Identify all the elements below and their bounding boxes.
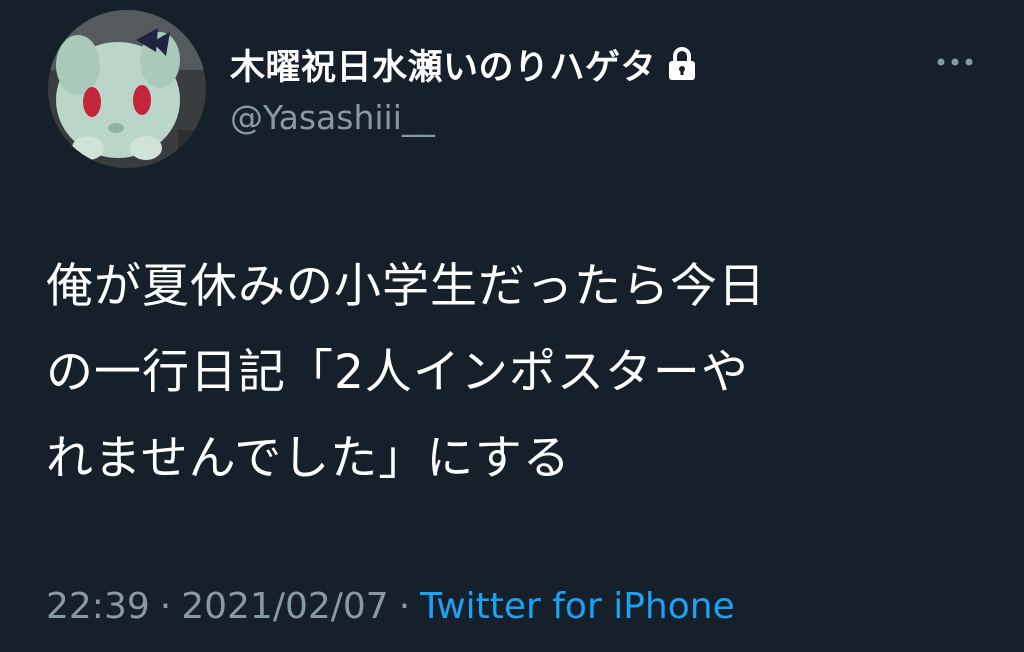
- tweet-card: 木曜祝日水瀬いのりハゲタ @Yasashiii__ 俺が夏休みの小学生だったら今…: [0, 0, 1024, 652]
- user-handle[interactable]: @Yasashiii__: [230, 98, 435, 137]
- more-icon[interactable]: [930, 50, 980, 74]
- user-name-row[interactable]: 木曜祝日水瀬いのりハゲタ: [230, 36, 698, 92]
- tweet-text-line: れませんでした」にする: [46, 431, 571, 486]
- meta-separator: ·: [159, 585, 172, 627]
- tweet-source-link[interactable]: Twitter for iPhone: [420, 586, 735, 627]
- tweet-meta: 22:39 · 2021/02/07 · Twitter for iPhone: [46, 578, 735, 634]
- tweet-text-line: の一行日記「2人インポスターや: [46, 345, 749, 400]
- avatar[interactable]: [48, 10, 206, 168]
- meta-separator: ·: [398, 585, 411, 627]
- display-name[interactable]: 木曜祝日水瀬いのりハゲタ: [230, 39, 656, 90]
- tweet-text-line: 俺が夏休みの小学生だったら今日: [46, 259, 766, 314]
- lock-icon: [666, 46, 698, 82]
- tweet-text: 俺が夏休みの小学生だったら今日 の一行日記「2人インポスターや れませんでした」…: [46, 244, 976, 502]
- tweet-time[interactable]: 22:39: [46, 586, 150, 627]
- tweet-date[interactable]: 2021/02/07: [181, 586, 389, 627]
- avatar-image: [48, 10, 206, 168]
